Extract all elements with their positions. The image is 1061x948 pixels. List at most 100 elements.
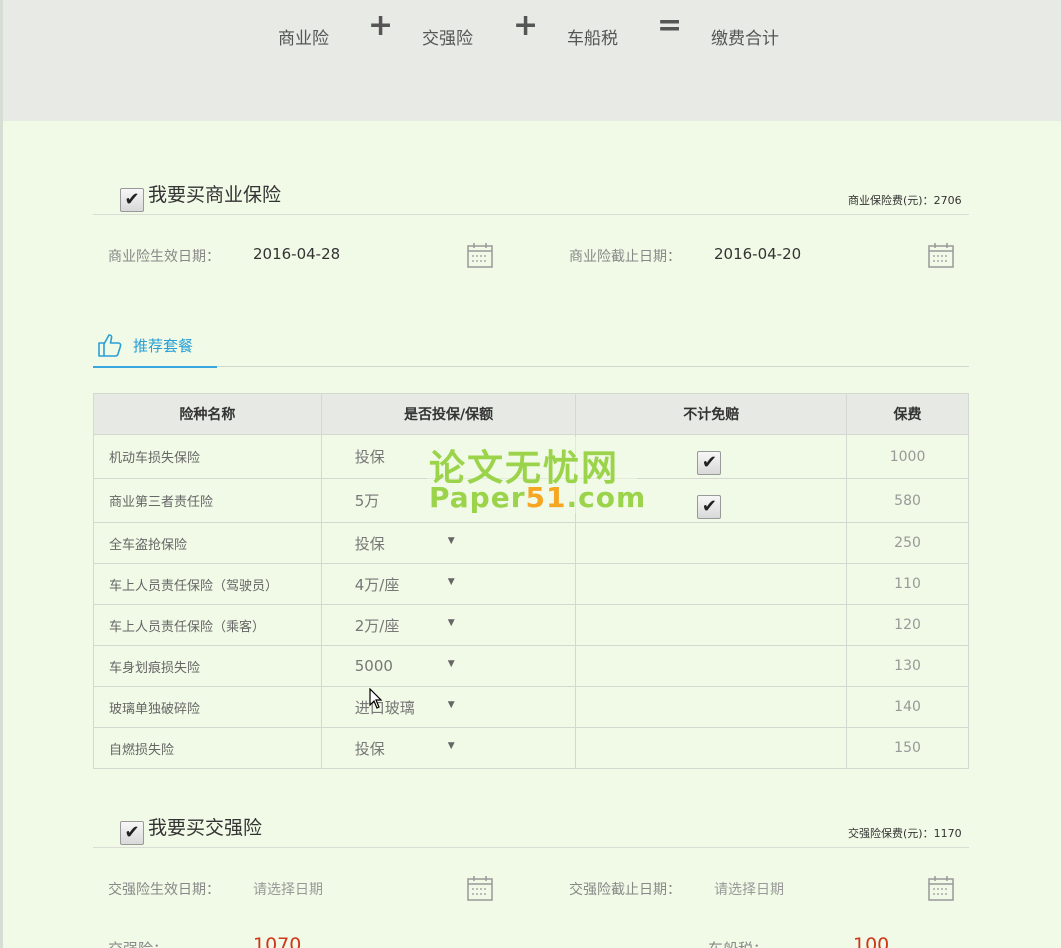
insurance-name: 机动车损失保险 — [93, 434, 322, 479]
deductible-cell — [575, 727, 848, 769]
check-icon: ✔ — [124, 189, 140, 210]
vehicle-tax-label: 车船税： — [708, 938, 768, 948]
premium: 250 — [846, 522, 969, 564]
coverage-value: 2万/座 — [354, 616, 400, 635]
dropdown-arrow-icon: ▼ — [447, 741, 455, 751]
watermark-text: 51 — [525, 481, 567, 514]
table-row: 玻璃单独破碎险 进口玻璃 ▼ 140 — [93, 686, 969, 728]
table-row: 车上人员责任保险（驾驶员） 4万/座 ▼ 110 — [93, 563, 969, 605]
commercial-start-label: 商业险生效日期： — [108, 249, 220, 265]
summary-total: 缴费合计 — [711, 29, 779, 49]
thumbs-up-icon — [98, 334, 122, 357]
tab-label: 推荐套餐 — [133, 337, 194, 355]
column-header: 是否投保/保额 — [320, 393, 577, 435]
commercial-start-date-input[interactable]: 2016-04-28 — [253, 245, 340, 263]
compulsory-amount-label: 交强险： — [108, 938, 168, 948]
commercial-end-date-input[interactable]: 2016-04-20 — [714, 245, 801, 263]
check-icon: ✔ — [124, 822, 140, 843]
dropdown-arrow-icon: ▼ — [447, 536, 455, 546]
divider — [93, 847, 969, 848]
deductible-cell — [575, 522, 848, 564]
column-header: 险种名称 — [93, 393, 322, 435]
premium: 580 — [846, 478, 969, 523]
compulsory-amount-value: 1070 — [253, 934, 302, 948]
check-icon: ✔ — [701, 452, 718, 473]
premium: 120 — [846, 604, 969, 646]
coverage-select[interactable]: 2万/座 ▼ — [320, 604, 577, 646]
tab-divider — [93, 366, 969, 367]
calendar-icon[interactable] — [928, 875, 954, 901]
table-row: 车上人员责任保险（乘客） 2万/座 ▼ 120 — [93, 604, 969, 646]
calendar-icon[interactable] — [467, 242, 493, 268]
left-border — [0, 0, 3, 948]
table-header-row: 险种名称 是否投保/保额 不计免赔 保费 — [93, 393, 969, 435]
coverage-value: 投保 — [354, 448, 385, 466]
column-header: 保费 — [846, 393, 969, 435]
mouse-cursor-icon — [369, 688, 383, 709]
insurance-name: 玻璃单独破碎险 — [93, 686, 322, 728]
insurance-name: 全车盗抢保险 — [93, 522, 322, 564]
dropdown-arrow-icon: ▼ — [447, 618, 455, 628]
divider — [93, 214, 969, 215]
watermark-text: .com — [566, 481, 647, 514]
commercial-fee: 商业保险费(元)：2706 — [848, 194, 962, 207]
compulsory-insurance-label: 我要买交强险 — [148, 817, 263, 839]
coverage-select[interactable]: 5000 ▼ — [320, 645, 577, 687]
compulsory-start-label: 交强险生效日期： — [108, 882, 220, 898]
plus-sign: + — [368, 8, 394, 43]
table-row: 自燃损失险 投保 ▼ 150 — [93, 727, 969, 769]
watermark-text: Paper — [429, 481, 526, 514]
watermark-logo: 论文无忧网 Paper51.com — [427, 437, 645, 514]
coverage-value: 进口玻璃 — [354, 698, 415, 717]
premium: 110 — [846, 563, 969, 605]
coverage-select[interactable]: 进口玻璃 ▼ — [320, 686, 577, 728]
coverage-select[interactable]: 4万/座 ▼ — [320, 563, 577, 605]
plus-sign: + — [513, 8, 539, 43]
coverage-value: 5万 — [354, 492, 380, 510]
commercial-insurance-label: 我要买商业保险 — [148, 184, 282, 206]
coverage-select[interactable]: 投保 ▼ — [320, 727, 577, 769]
dropdown-arrow-icon: ▼ — [447, 659, 455, 669]
equals-sign: = — [657, 8, 683, 43]
insurance-name: 商业第三者责任险 — [93, 478, 322, 523]
premium: 140 — [846, 686, 969, 728]
insurance-name: 自燃损失险 — [93, 727, 322, 769]
compulsory-start-date-input[interactable]: 请选择日期 — [253, 879, 323, 899]
coverage-select[interactable]: 投保 ▼ — [320, 522, 577, 564]
column-header: 不计免赔 — [575, 393, 848, 435]
commercial-end-label: 商业险截止日期： — [569, 249, 681, 265]
compulsory-fee: 交强险保费(元)：1170 — [848, 827, 962, 840]
deductible-checkbox[interactable]: ✔ — [697, 451, 722, 475]
coverage-value: 4万/座 — [354, 575, 400, 594]
fee-summary-bar: 商业险 + 交强险 + 车船税 = 缴费合计 — [3, 0, 1061, 121]
premium: 150 — [846, 727, 969, 769]
coverage-value: 投保 — [354, 534, 385, 553]
calendar-icon[interactable] — [928, 242, 954, 268]
deductible-cell — [575, 563, 848, 605]
tab-recommended-package[interactable]: 推荐套餐 — [93, 330, 217, 368]
premium: 130 — [846, 645, 969, 687]
coverage-value: 5000 — [354, 657, 393, 675]
deductible-checkbox[interactable]: ✔ — [697, 495, 722, 519]
deductible-cell — [575, 645, 848, 687]
watermark-line2: Paper51.com — [429, 481, 646, 514]
insurance-name: 车上人员责任保险（乘客） — [93, 604, 322, 646]
vehicle-tax-value: 100 — [853, 934, 890, 948]
table-row: 车身划痕损失险 5000 ▼ 130 — [93, 645, 969, 687]
compulsory-insurance-checkbox[interactable]: ✔ — [120, 821, 144, 845]
insurance-name: 车上人员责任保险（驾驶员） — [93, 563, 322, 605]
compulsory-end-label: 交强险截止日期： — [569, 882, 681, 898]
summary-compulsory: 交强险 — [422, 29, 473, 49]
insurance-name: 车身划痕损失险 — [93, 645, 322, 687]
premium: 1000 — [846, 434, 969, 479]
summary-commercial: 商业险 — [278, 29, 329, 49]
compulsory-end-date-input[interactable]: 请选择日期 — [714, 879, 784, 899]
coverage-value: 投保 — [354, 739, 385, 758]
commercial-insurance-checkbox[interactable]: ✔ — [120, 188, 144, 212]
table-row: 全车盗抢保险 投保 ▼ 250 — [93, 522, 969, 564]
calendar-icon[interactable] — [467, 875, 493, 901]
dropdown-arrow-icon: ▼ — [447, 577, 455, 587]
dropdown-arrow-icon: ▼ — [447, 700, 455, 710]
summary-vehicle-tax: 车船税 — [567, 29, 618, 49]
check-icon: ✔ — [701, 496, 718, 517]
